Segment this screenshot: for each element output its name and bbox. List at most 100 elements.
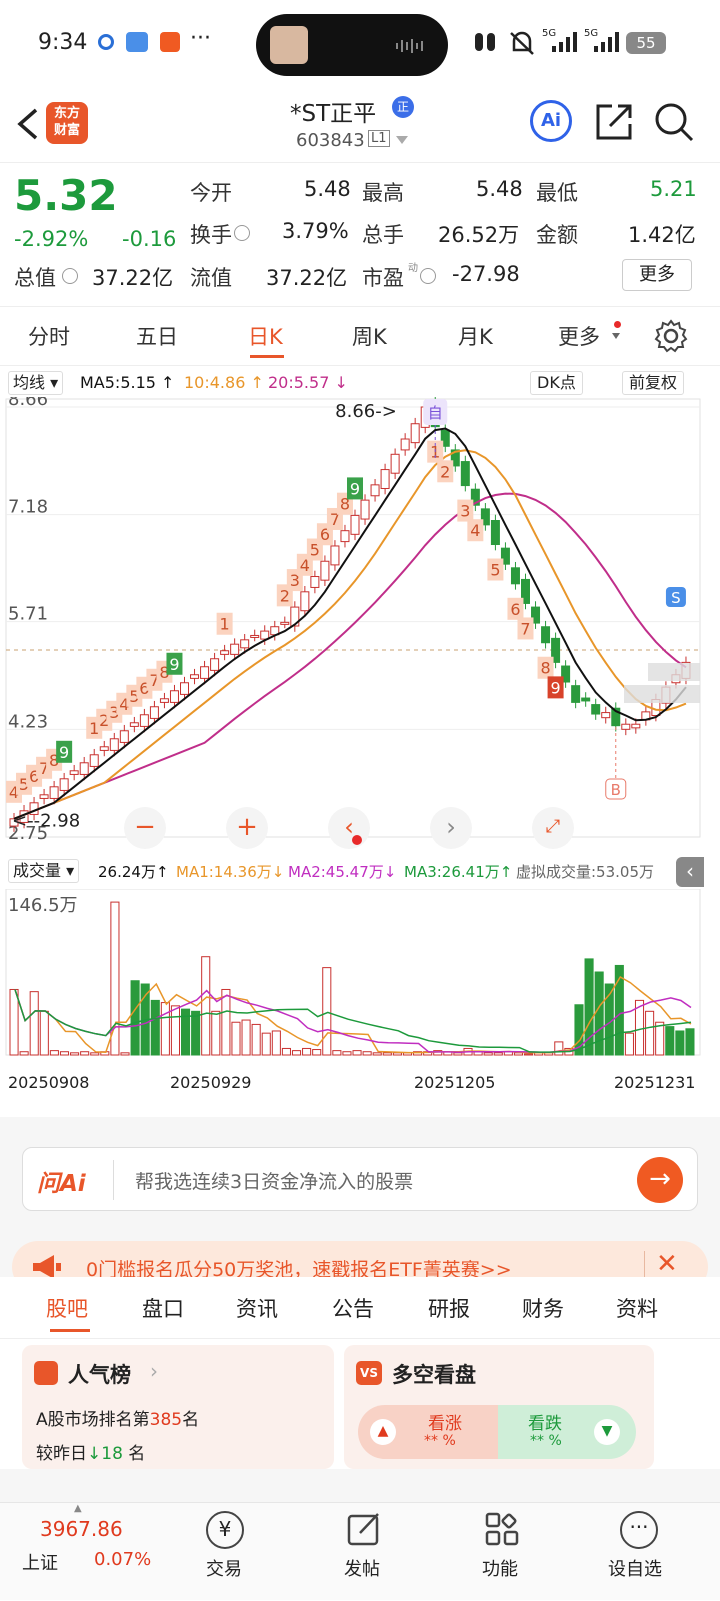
down-arrow-icon: ↓ [87, 1444, 102, 1464]
info-icon[interactable] [420, 268, 436, 284]
candle-body [581, 697, 591, 702]
tab-announcements[interactable]: 公告 [332, 1293, 374, 1323]
search-icon [655, 103, 694, 142]
dk-point-dropdown[interactable]: DK点 [530, 371, 583, 395]
ask-ai-bar[interactable]: 问Ai 帮我选连续3日资金净流入的股票 → [22, 1147, 698, 1211]
ai-button[interactable]: Ai [530, 100, 572, 142]
post-label: 发帖 [344, 1559, 380, 1580]
candle-body [280, 621, 290, 625]
tab-timeshare[interactable]: 分时 [28, 321, 70, 351]
popularity-card[interactable]: 人气榜 › A股市场排名第385名 较昨日↓18 名 [22, 1345, 334, 1469]
volume-bar [19, 1051, 29, 1056]
count-badge-label: 8 [540, 659, 550, 678]
rank-line: A股市场排名第385名 [36, 1410, 200, 1430]
more-button[interactable]: 更多 [622, 259, 692, 291]
search-button[interactable] [652, 100, 696, 144]
collapse-panel-button[interactable]: ‹ [676, 857, 704, 887]
amount-label: 金额 [536, 223, 578, 247]
index-ticker[interactable]: ▲ 3967.86 上证 0.07% [0, 1503, 170, 1601]
app-logo[interactable]: 东方 财富 [46, 102, 88, 144]
sub-tabs: 股吧 盘口 资讯 公告 研报 财务 资料 [0, 1277, 720, 1339]
down-triangle-icon: ▼ [594, 1419, 620, 1445]
scroll-right-button[interactable]: › [430, 807, 472, 849]
volume-bar [655, 1021, 665, 1056]
kline-chart[interactable]: 8.667.185.714.232.754 5 6 7 8 91 2 3 4 5 6 7 8 912345… [0, 397, 720, 859]
info-icon[interactable] [62, 268, 78, 284]
count-badge-label: 1 [220, 615, 230, 634]
volume-bar [675, 1030, 685, 1056]
scroll-left-button[interactable]: ‹ [328, 807, 370, 849]
tab-five-day[interactable]: 五日 [136, 321, 178, 351]
zoom-in-button[interactable]: + [226, 807, 268, 849]
volume-bar [554, 1041, 564, 1056]
index-pct: 0.07% [94, 1549, 152, 1570]
volume-bar [281, 1047, 291, 1056]
fullscreen-button[interactable]: ⤢ [532, 807, 574, 849]
bull-button[interactable]: ▲ 看涨 ** % [358, 1405, 498, 1459]
level-badge[interactable]: L1 [368, 130, 390, 147]
count-badge-label: 5 [490, 561, 500, 580]
tab-daily-k[interactable]: 日K [248, 321, 283, 351]
range-box [648, 663, 700, 681]
settings-button[interactable] [654, 319, 688, 353]
volume-bar [685, 1028, 695, 1056]
tab-forum[interactable]: 股吧 [46, 1293, 88, 1323]
volume-chart[interactable]: 146.5万 [0, 889, 720, 1069]
bear-button[interactable]: 看跌 ** % ▼ [498, 1405, 636, 1459]
adjustment-dropdown[interactable]: 前复权 [622, 371, 685, 395]
volume-label: 总手 [362, 223, 404, 247]
turnover-label: 换手 [190, 223, 232, 247]
candle-body [591, 704, 601, 715]
volume-bar [39, 1010, 49, 1056]
open-label: 今开 [190, 181, 232, 205]
app-notification-icon-2 [160, 32, 180, 52]
edit-icon [346, 1511, 382, 1547]
tab-monthly-k[interactable]: 月K [458, 321, 493, 351]
tab-profile[interactable]: 资料 [616, 1293, 658, 1323]
candle-body [350, 514, 360, 535]
chart-icon [34, 1361, 58, 1385]
price-change-pct: -2.92% [14, 227, 89, 251]
candle-body [149, 706, 159, 719]
close-icon[interactable]: ✕ [656, 1249, 678, 1279]
info-icon[interactable] [234, 225, 250, 241]
yen-icon: ¥ [206, 1511, 244, 1549]
volume-bar [372, 1052, 382, 1056]
zoom-out-button[interactable]: − [124, 807, 166, 849]
candle-body [360, 499, 370, 520]
volume-bar [191, 1010, 201, 1056]
turnover-value: 3.79% [282, 219, 349, 243]
notification-icon [98, 34, 114, 50]
trade-button[interactable]: ¥ 交易 [186, 1503, 266, 1601]
tab-more[interactable]: 更多 [558, 321, 600, 351]
tab-news[interactable]: 资讯 [236, 1293, 278, 1323]
bottom-section: 问Ai 帮我选连续3日资金净流入的股票 → 0门槛报名瓜分50万奖池，速戳报名E… [0, 1117, 720, 1600]
volume-bar [483, 1052, 493, 1056]
tab-research[interactable]: 研报 [428, 1293, 470, 1323]
audio-wave-icon [396, 38, 426, 53]
post-button[interactable]: 发帖 [326, 1503, 406, 1601]
tab-finance[interactable]: 财务 [522, 1293, 564, 1323]
volume-bar [70, 1052, 80, 1056]
indicator-dropdown[interactable]: 均线 ▾ [8, 371, 64, 395]
volume-bar [524, 1053, 534, 1056]
candle-body [410, 423, 420, 444]
tab-orderbook[interactable]: 盘口 [142, 1293, 184, 1323]
virtual-volume: 虚拟成交量:53.05万 [516, 863, 654, 881]
chart-tabs: 分时 五日 日K 周K 月K 更多 [0, 306, 720, 366]
amount-value: 1.42亿 [628, 223, 696, 247]
candle-body [69, 770, 79, 775]
candle-body [109, 738, 119, 751]
tab-weekly-k[interactable]: 周K [352, 321, 387, 351]
candle-body [370, 484, 380, 497]
volume-bar [352, 1050, 362, 1056]
volume-indicator-dropdown[interactable]: 成交量 ▾ [8, 859, 80, 883]
submit-arrow-icon[interactable]: → [637, 1157, 683, 1203]
function-button[interactable]: 功能 [464, 1503, 544, 1601]
ask-ai-prompt: 帮我选连续3日资金净流入的股票 [135, 1171, 414, 1193]
code-dropdown-icon[interactable] [396, 136, 408, 144]
share-button[interactable] [592, 100, 636, 144]
add-favorite-button[interactable]: ··· 设自选 [604, 1503, 684, 1601]
pe-label: 市盈 [362, 266, 404, 290]
index-value: 3967.86 [40, 1517, 123, 1541]
